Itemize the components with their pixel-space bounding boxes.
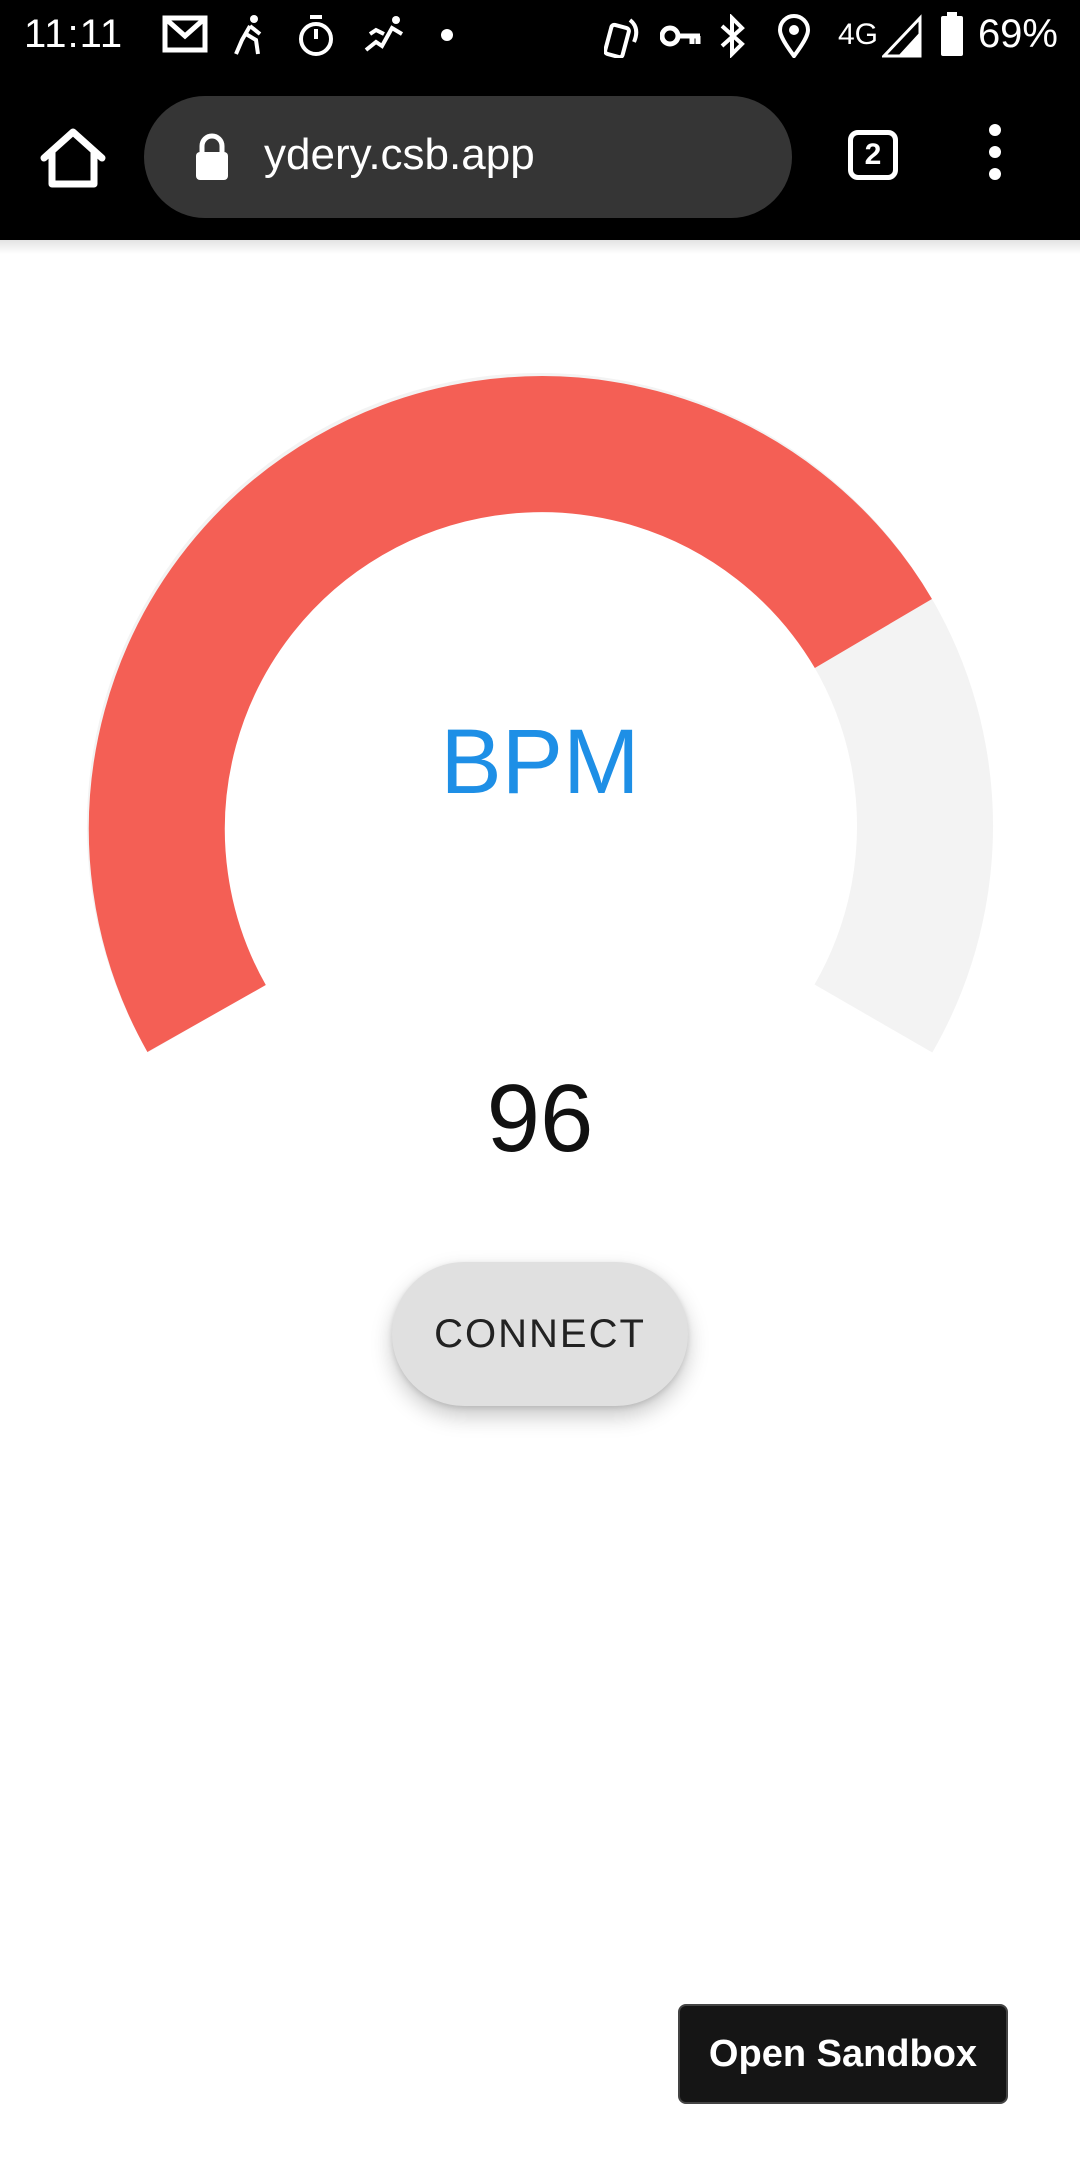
address-bar[interactable]: ydery.csb.app — [144, 96, 792, 218]
status-bar: 11:11 4G 69% — [0, 0, 1080, 76]
bluetooth-icon — [720, 14, 745, 58]
network-type: 4G — [838, 18, 879, 51]
url-text: ydery.csb.app — [264, 130, 535, 179]
sprint-icon — [364, 16, 404, 52]
location-icon — [778, 14, 810, 58]
open-sandbox-button[interactable]: Open Sandbox — [678, 2004, 1008, 2104]
home-icon[interactable] — [38, 126, 108, 190]
browser-toolbar: ydery.csb.app 2 — [0, 76, 1080, 240]
stopwatch-icon — [299, 15, 333, 56]
battery-icon — [941, 12, 963, 56]
gmail-icon — [162, 15, 208, 53]
connect-button[interactable]: CONNECT — [392, 1262, 688, 1406]
signal-icon — [882, 14, 922, 58]
gauge-label: BPM — [440, 711, 640, 813]
lock-icon — [196, 133, 228, 180]
key-icon — [660, 25, 701, 47]
dot-icon — [441, 29, 453, 41]
battery-percent: 69% — [977, 12, 1058, 56]
bpm-value: 96 — [486, 1065, 594, 1172]
more-menu-icon[interactable] — [980, 124, 1010, 192]
runner-icon — [234, 15, 262, 55]
toolbar-shadow — [0, 240, 1080, 254]
nfc-icon — [604, 18, 639, 58]
tab-switcher-button[interactable]: 2 — [848, 130, 898, 180]
status-time: 11:11 — [24, 12, 124, 56]
